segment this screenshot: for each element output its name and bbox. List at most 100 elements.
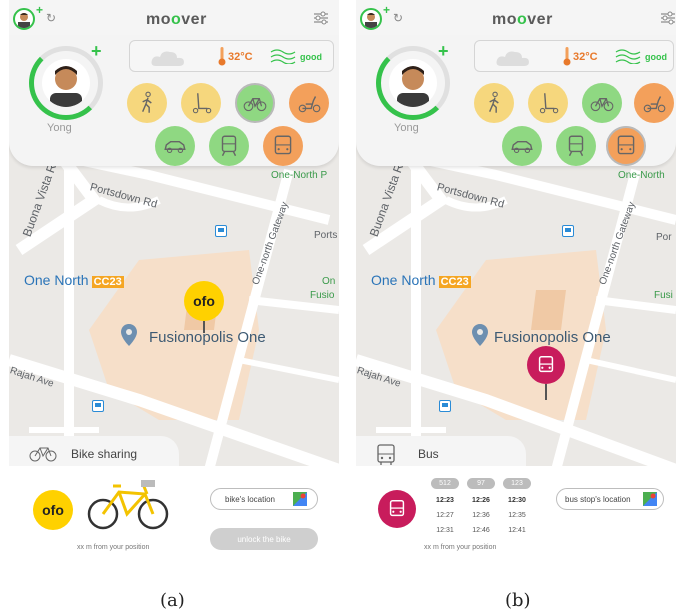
app-title-part: mo (492, 11, 517, 28)
sheet-tab[interactable]: Bus (356, 436, 526, 470)
plus-icon: + (383, 3, 391, 17)
arrival-time: 12:41 (508, 527, 526, 534)
location-button-label: bus stop's location (565, 494, 631, 504)
mode-bike-button[interactable] (235, 83, 275, 123)
weather-box: 32°C good (474, 40, 674, 72)
settings-sliders-icon[interactable] (313, 10, 329, 26)
bus-route-badge[interactable]: 97 (467, 478, 495, 489)
bike-location-button[interactable]: bike's location (210, 488, 318, 510)
street-label: Ports (314, 230, 338, 241)
bicycle-icon (29, 447, 57, 462)
location-pin-icon (472, 324, 488, 346)
mode-bus-button[interactable] (606, 126, 646, 166)
mode-walk-button[interactable] (474, 83, 514, 123)
location-pin-icon (121, 324, 137, 346)
air-quality-icon (270, 49, 296, 64)
mode-car-button[interactable] (155, 126, 195, 166)
mini-avatar[interactable] (360, 8, 382, 30)
bus-icon (389, 500, 405, 517)
bus-stop-map-pin[interactable] (527, 346, 565, 384)
temperature: 32°C (228, 51, 253, 63)
plus-icon[interactable]: + (91, 41, 102, 62)
arrival-time: 12:46 (472, 527, 490, 534)
air-quality-icon (615, 49, 641, 64)
street-label: One-North P (271, 170, 328, 181)
bus-icon (377, 444, 395, 465)
station-name: One North (371, 272, 436, 288)
app-title: moover (146, 11, 207, 29)
car-icon (164, 140, 186, 154)
settings-sliders-icon[interactable] (660, 10, 676, 26)
air-quality-value: good (645, 52, 667, 62)
cloud-icon (151, 51, 184, 66)
bicycle-icon (590, 98, 614, 112)
mode-scooter-button[interactable] (181, 83, 221, 123)
walking-icon (489, 91, 499, 113)
mode-train-button[interactable] (556, 126, 596, 166)
bus-stop-icon[interactable] (215, 225, 227, 237)
caption-b: (b) (505, 590, 531, 611)
arrival-time: 12:30 (508, 497, 526, 504)
mode-motor-scooter-button[interactable] (634, 83, 674, 123)
bus-route-badge[interactable]: 512 (431, 478, 459, 489)
plus-icon[interactable]: + (438, 41, 449, 62)
app-title-part: ver (527, 11, 553, 28)
refresh-icon[interactable]: ↻ (393, 11, 403, 25)
mode-walk-button[interactable] (127, 83, 167, 123)
bus-stop-logo (378, 490, 416, 528)
bus-stop-icon[interactable] (92, 400, 104, 412)
mode-bus-button[interactable] (263, 126, 303, 166)
sheet-tab[interactable]: Bike sharing (9, 436, 179, 470)
refresh-icon[interactable]: ↻ (46, 11, 56, 25)
app-title-accent: o (171, 11, 182, 28)
profile-transport-panel: + Yong 32°C good (356, 36, 676, 166)
street-label: On (322, 276, 336, 287)
kick-scooter-icon (192, 93, 212, 114)
distance-text: xx m from your position (424, 544, 497, 551)
bus-icon (274, 135, 292, 155)
pin-stem (545, 384, 547, 400)
kick-scooter-icon (539, 93, 559, 114)
yellow-bike-image (87, 480, 169, 530)
train-icon (568, 135, 584, 157)
mode-motor-scooter-button[interactable] (289, 83, 329, 123)
mini-avatar[interactable] (13, 8, 35, 30)
bus-icon (538, 356, 554, 373)
bus-stop-location-button[interactable]: bus stop's location (556, 488, 664, 510)
plus-icon: + (36, 3, 44, 17)
caption-a: (a) (160, 590, 185, 611)
phone-screen-a: Buona Vista Rd Portsdown Rd One-north Ga… (9, 0, 339, 572)
station-name: One North (24, 272, 89, 288)
details-sheet: ofo xx m from your position bike's locat… (9, 466, 339, 572)
app-title-part: mo (146, 11, 171, 28)
poi-label: Fusionopolis One (494, 329, 611, 346)
ofo-map-pin[interactable]: ofo (184, 281, 224, 321)
unlock-button-label: unlock the bike (237, 534, 291, 544)
street-label: One-North (618, 170, 665, 181)
mode-car-button[interactable] (502, 126, 542, 166)
arrival-time: 12:26 (472, 497, 490, 504)
station-label: One North CC23 (24, 272, 124, 288)
bus-stop-icon[interactable] (562, 225, 574, 237)
mode-train-button[interactable] (209, 126, 249, 166)
cloud-icon (496, 51, 529, 66)
train-icon (221, 135, 237, 157)
station-code: CC23 (91, 276, 124, 288)
motor-scooter-icon (298, 96, 321, 113)
ofo-pin-label: ofo (193, 293, 215, 309)
arrival-time: 12:36 (472, 512, 490, 519)
mode-bike-button[interactable] (582, 83, 622, 123)
mode-scooter-button[interactable] (528, 83, 568, 123)
street-label: Fusi (654, 290, 673, 301)
user-name: Yong (47, 122, 72, 134)
bus-stop-icon[interactable] (439, 400, 451, 412)
phone-screen-b: Buona Vista Rd Portsdown Rd One-north Ga… (356, 0, 676, 572)
top-bar: + ↻ moover (356, 0, 676, 36)
map-icon (643, 492, 657, 506)
thermometer-icon (563, 47, 571, 66)
bus-route-badge[interactable]: 123 (503, 478, 531, 489)
unlock-bike-button[interactable]: unlock the bike (210, 528, 318, 550)
street-label: Fusio (310, 290, 335, 301)
arrival-time: 12:31 (436, 527, 454, 534)
arrival-time: 12:35 (508, 512, 526, 519)
